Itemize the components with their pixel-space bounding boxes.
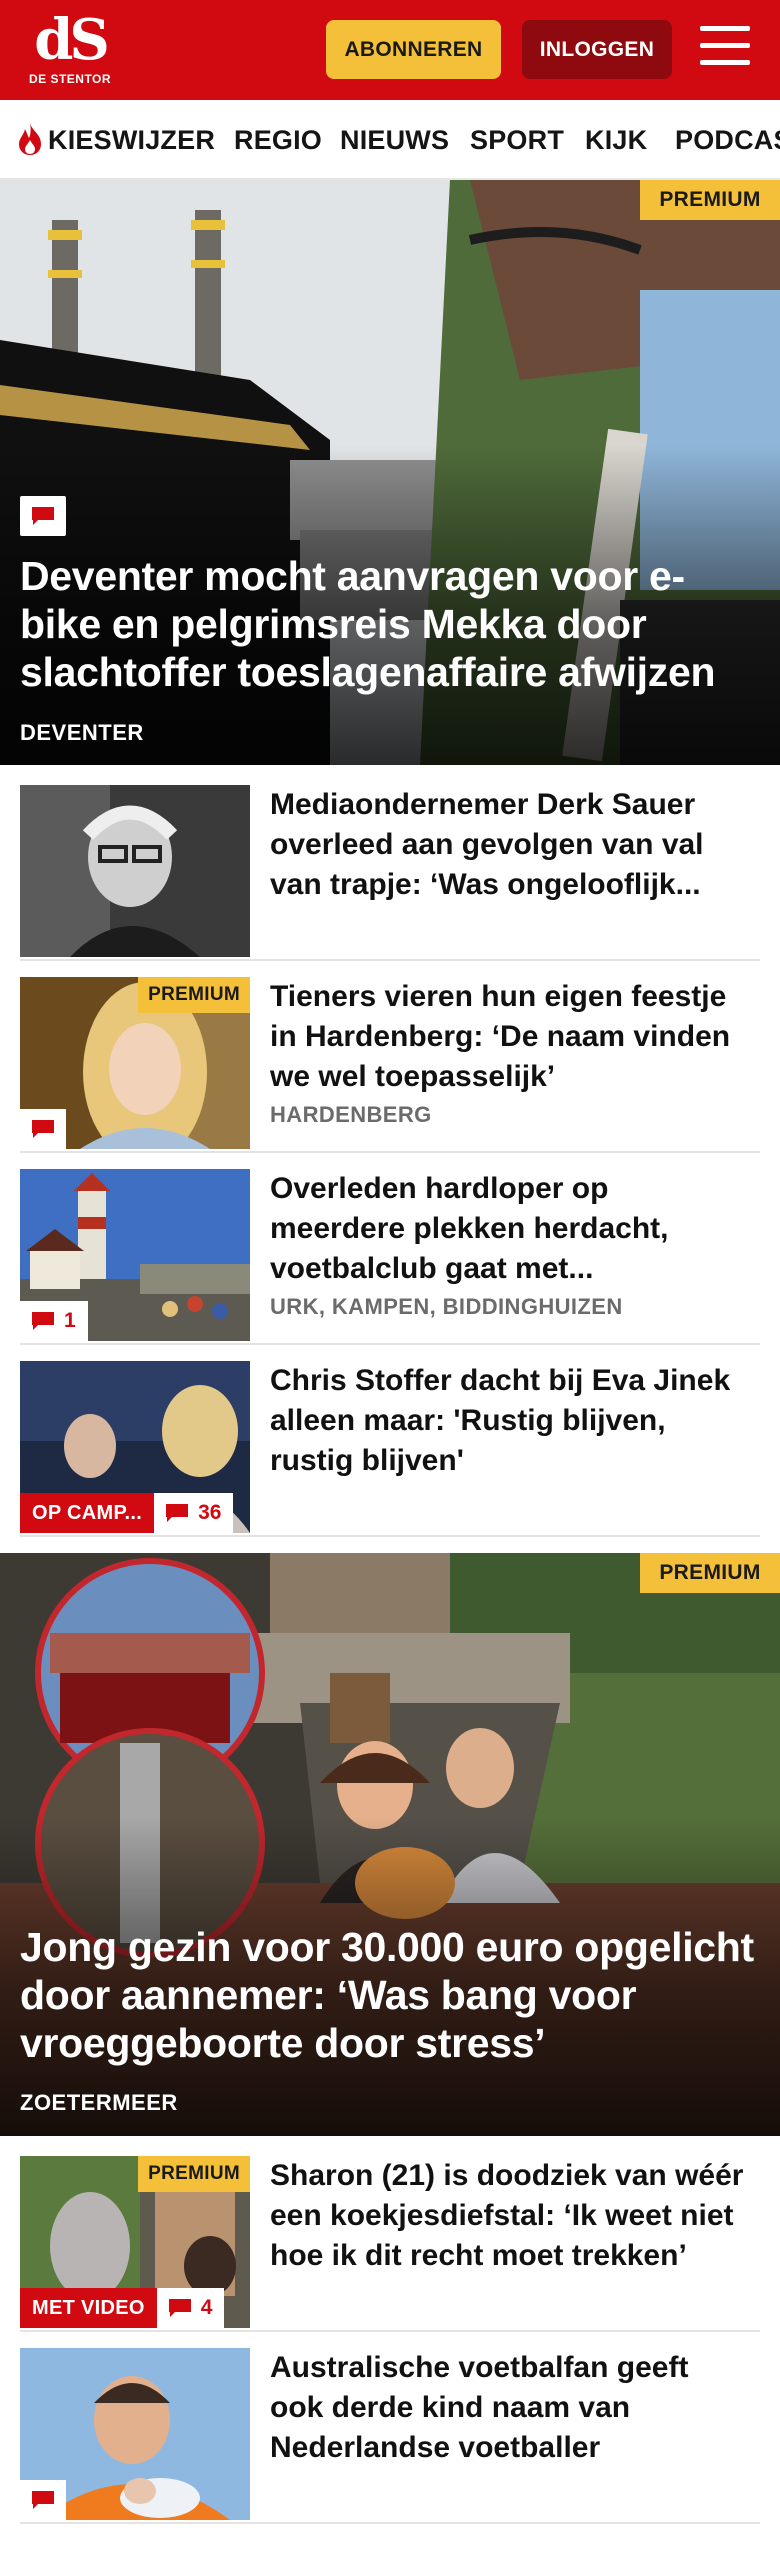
logo-mark: dS [34,7,110,73]
article-title[interactable]: Tieners vieren hun eigen feestje in Hard… [270,977,750,1097]
nav-item-kieswijzer[interactable]: KIESWIJZER [16,100,216,178]
hero-title[interactable]: Jong gezin voor 30.000 euro opgelicht do… [20,1923,765,2067]
comment-count-value: 36 [198,1501,222,1524]
premium-badge: PREMIUM [138,2156,250,2192]
list-item[interactable]: 1 Overleden hardloper op meerdere plekke… [20,1169,760,1345]
thumbnail-badges [20,1109,66,1149]
hero-article-2[interactable]: PREMIUM Jong gezin voor 30.000 euro opge… [0,1553,780,2136]
comment-icon [20,1109,66,1149]
comment-icon [20,2480,66,2520]
site-logo[interactable]: dS DE STENTOR [28,10,112,92]
list-item[interactable]: Mediaondernemer Derk Sauer overleed aan … [20,785,760,961]
comment-count-value: 4 [200,2296,213,2319]
hero-location: DEVENTER [20,720,144,745]
nav-item-regio[interactable]: REGIO [234,100,322,178]
premium-badge: PREMIUM [640,180,780,220]
nav-item-nieuws[interactable]: NIEUWS [340,100,449,178]
article-title[interactable]: Sharon (21) is doodziek van wéér een koe… [270,2156,750,2276]
login-button[interactable]: INLOGGEN [522,20,672,79]
hero-title[interactable]: Deventer mocht aanvragen voor e-bike en … [20,552,765,696]
article-title[interactable]: Chris Stoffer dacht bij Eva Jinek alleen… [270,1361,750,1481]
thumbnail-badges: OP CAMP... 36 [20,1493,234,1533]
article-thumbnail: OP CAMP... 36 [20,1361,250,1533]
comment-count: 1 [20,1301,88,1341]
article-thumbnail [20,785,250,957]
video-tag: MET VIDEO [20,2288,157,2328]
comment-count: 36 [154,1493,234,1533]
nav-label: KIESWIJZER [48,125,216,155]
top-header: dS DE STENTOR ABONNEREN INLOGGEN [0,0,780,100]
comment-icon [32,1312,54,1330]
article-title[interactable]: Australische voetbalfan geeft ook derde … [270,2348,750,2468]
thumbnail-badges: MET VIDEO 4 [20,2288,225,2328]
hero-article-1[interactable]: PREMIUM Deventer mocht aanvragen voor e-… [0,180,780,765]
article-title[interactable]: Mediaondernemer Derk Sauer overleed aan … [270,785,750,905]
article-location: HARDENBERG [270,1102,432,1127]
article-thumbnail: PREMIUM MET VIDEO 4 [20,2156,250,2328]
article-location: URK, KAMPEN, BIDDINGHUIZEN [270,1294,623,1319]
menu-icon[interactable] [700,26,752,72]
comment-icon [168,2299,191,2317]
article-thumbnail [20,2348,250,2520]
nav-item-podcasts[interactable]: PODCASTS [675,100,780,178]
thumbnail-badges [20,2480,66,2520]
comment-icon [166,1504,189,1522]
comment-count-value: 1 [64,1309,76,1332]
article-thumbnail: PREMIUM [20,977,250,1149]
subscribe-button[interactable]: ABONNEREN [326,20,501,79]
list-item[interactable]: PREMIUM Tieners vieren hun eigen feestje… [20,977,760,1153]
comment-count: 4 [156,2288,225,2328]
thumbnail-image-portrait [20,785,250,957]
logo-subtitle: DE STENTOR [28,72,112,86]
premium-badge: PREMIUM [138,977,250,1013]
premium-badge: PREMIUM [640,1553,780,1593]
list-item[interactable]: Australische voetbalfan geeft ook derde … [20,2348,760,2524]
list-item[interactable]: PREMIUM MET VIDEO 4 Sharon (21) is doodz… [20,2156,760,2332]
nav-item-sport[interactable]: SPORT [470,100,564,178]
article-thumbnail: 1 [20,1169,250,1341]
article-title[interactable]: Overleden hardloper op meerdere plekken … [270,1169,750,1289]
list-item[interactable]: OP CAMP... 36 Chris Stoffer dacht bij Ev… [20,1361,760,1537]
section-nav: KIESWIJZER REGIO NIEUWS SPORT KIJK PODCA… [0,100,780,180]
nav-item-kijk[interactable]: KIJK [585,100,647,178]
thumbnail-badges: 1 [20,1301,88,1341]
comment-icon [20,496,66,536]
campaign-tag: OP CAMP... [20,1493,155,1533]
flame-icon [19,122,41,155]
hero-location: ZOETERMEER [20,2090,178,2115]
